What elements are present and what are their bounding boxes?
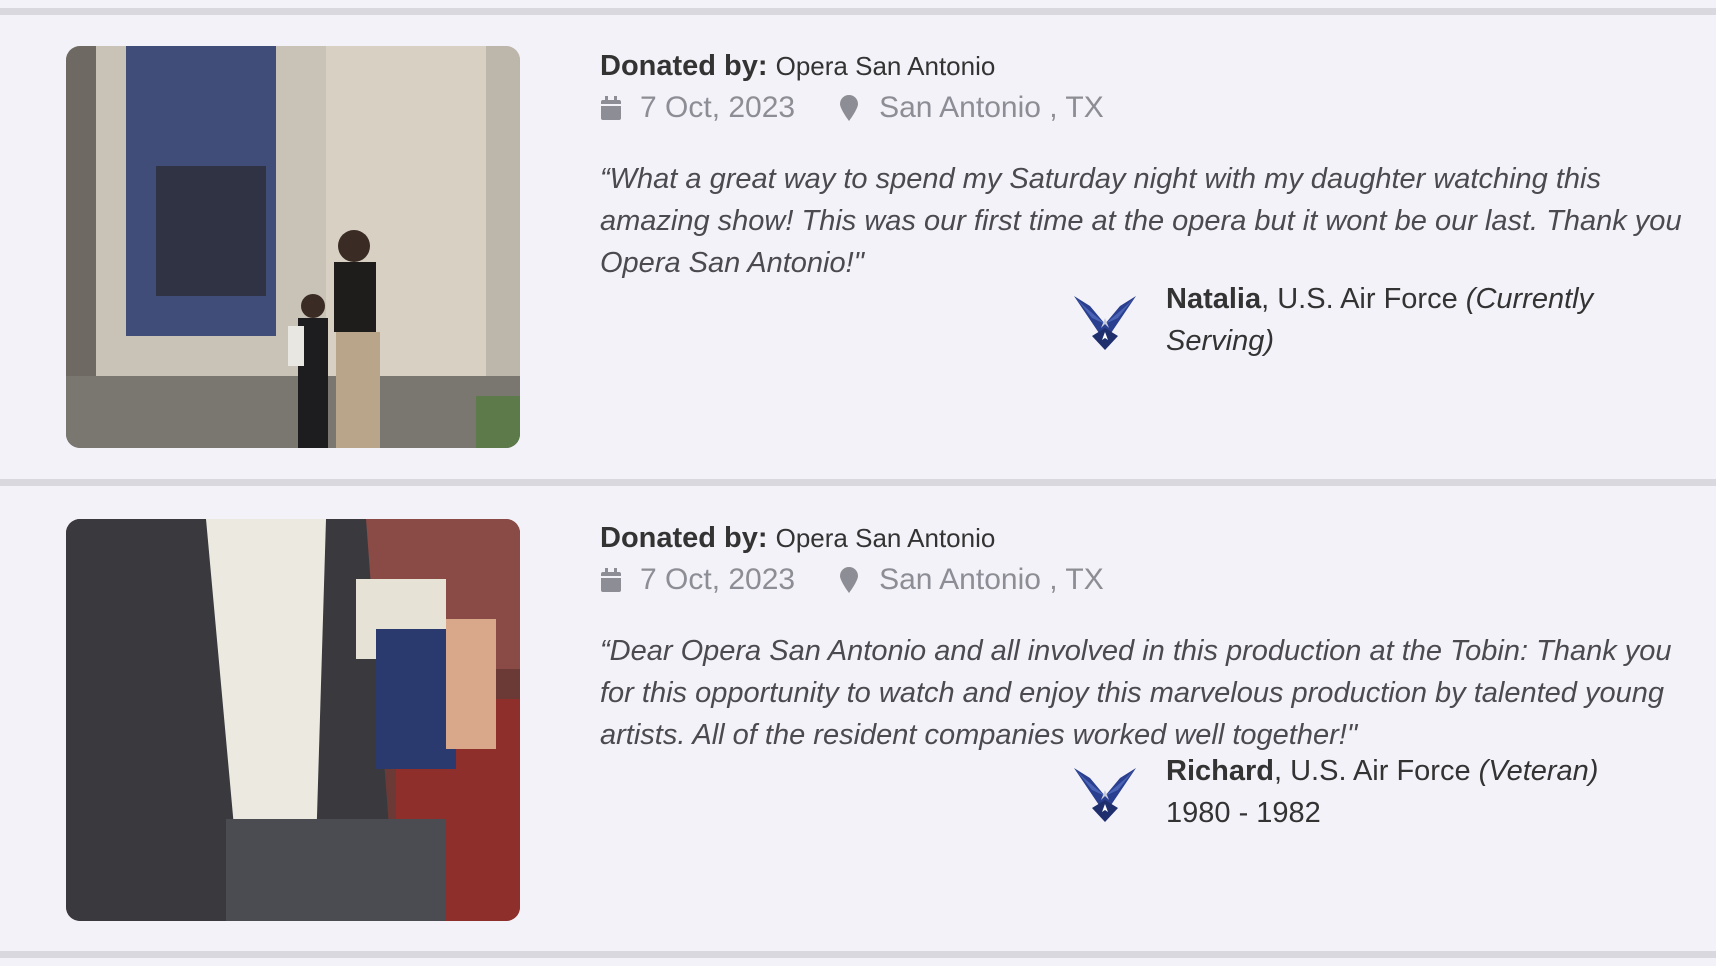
testimonial-content: Donated by: Opera San Antonio 7 Oct, 202… <box>600 48 1682 357</box>
donated-by-label: Donated by: <box>600 50 768 82</box>
testimonial-card: Donated by: Opera San Antonio 7 Oct, 202… <box>0 479 1716 951</box>
air-force-emblem-icon <box>1070 756 1140 826</box>
veteran-name: Richard <box>1166 755 1274 787</box>
divider <box>0 951 1716 958</box>
map-pin-icon <box>839 94 863 122</box>
event-date: 7 Oct, 2023 <box>640 563 796 596</box>
testimonial-content: Donated by: Opera San Antonio 7 Oct, 202… <box>600 520 1680 829</box>
testimonial-quote: “Dear Opera San Antonio and all involved… <box>600 635 1672 751</box>
testimonial-card: Donated by: Opera San Antonio 7 Oct, 202… <box>0 8 1716 480</box>
donor-name: Opera San Antonio <box>775 523 996 553</box>
event-photo[interactable] <box>66 46 520 448</box>
event-meta: 7 Oct, 2023 San Antonio , TX <box>600 88 1680 128</box>
donated-by-label: Donated by: <box>600 522 768 554</box>
veteran-name: Natalia <box>1166 283 1262 315</box>
donated-by: Donated by: Opera San Antonio <box>600 48 1680 84</box>
testimonial-list: Donated by: Opera San Antonio 7 Oct, 202… <box>0 0 1716 966</box>
calendar-icon <box>600 94 624 122</box>
service-branch: , U.S. Air Force <box>1261 283 1466 315</box>
donated-by: Donated by: Opera San Antonio <box>600 520 1680 556</box>
air-force-emblem-icon <box>1070 284 1140 354</box>
map-pin-icon <box>839 566 863 594</box>
service-status: (Veteran) <box>1478 755 1599 787</box>
event-location: San Antonio , TX <box>879 563 1104 596</box>
veteran-info: Natalia, U.S. Air Force (Currently Servi… <box>1070 278 1626 362</box>
service-years: 1980 - 1982 <box>1166 797 1321 829</box>
event-photo[interactable] <box>66 519 520 921</box>
calendar-icon <box>600 566 624 594</box>
donor-name: Opera San Antonio <box>775 51 996 81</box>
service-branch: , U.S. Air Force <box>1273 755 1479 787</box>
veteran-details: Natalia, U.S. Air Force (Currently Servi… <box>1166 278 1626 362</box>
testimonial-quote: “What a great way to spend my Saturday n… <box>600 163 1682 279</box>
event-date: 7 Oct, 2023 <box>640 91 796 124</box>
veteran-details: Richard, U.S. Air Force (Veteran) 1980 -… <box>1166 750 1626 834</box>
event-location: San Antonio , TX <box>879 91 1104 124</box>
event-meta: 7 Oct, 2023 San Antonio , TX <box>600 560 1680 600</box>
veteran-info: Richard, U.S. Air Force (Veteran) 1980 -… <box>1070 750 1626 834</box>
